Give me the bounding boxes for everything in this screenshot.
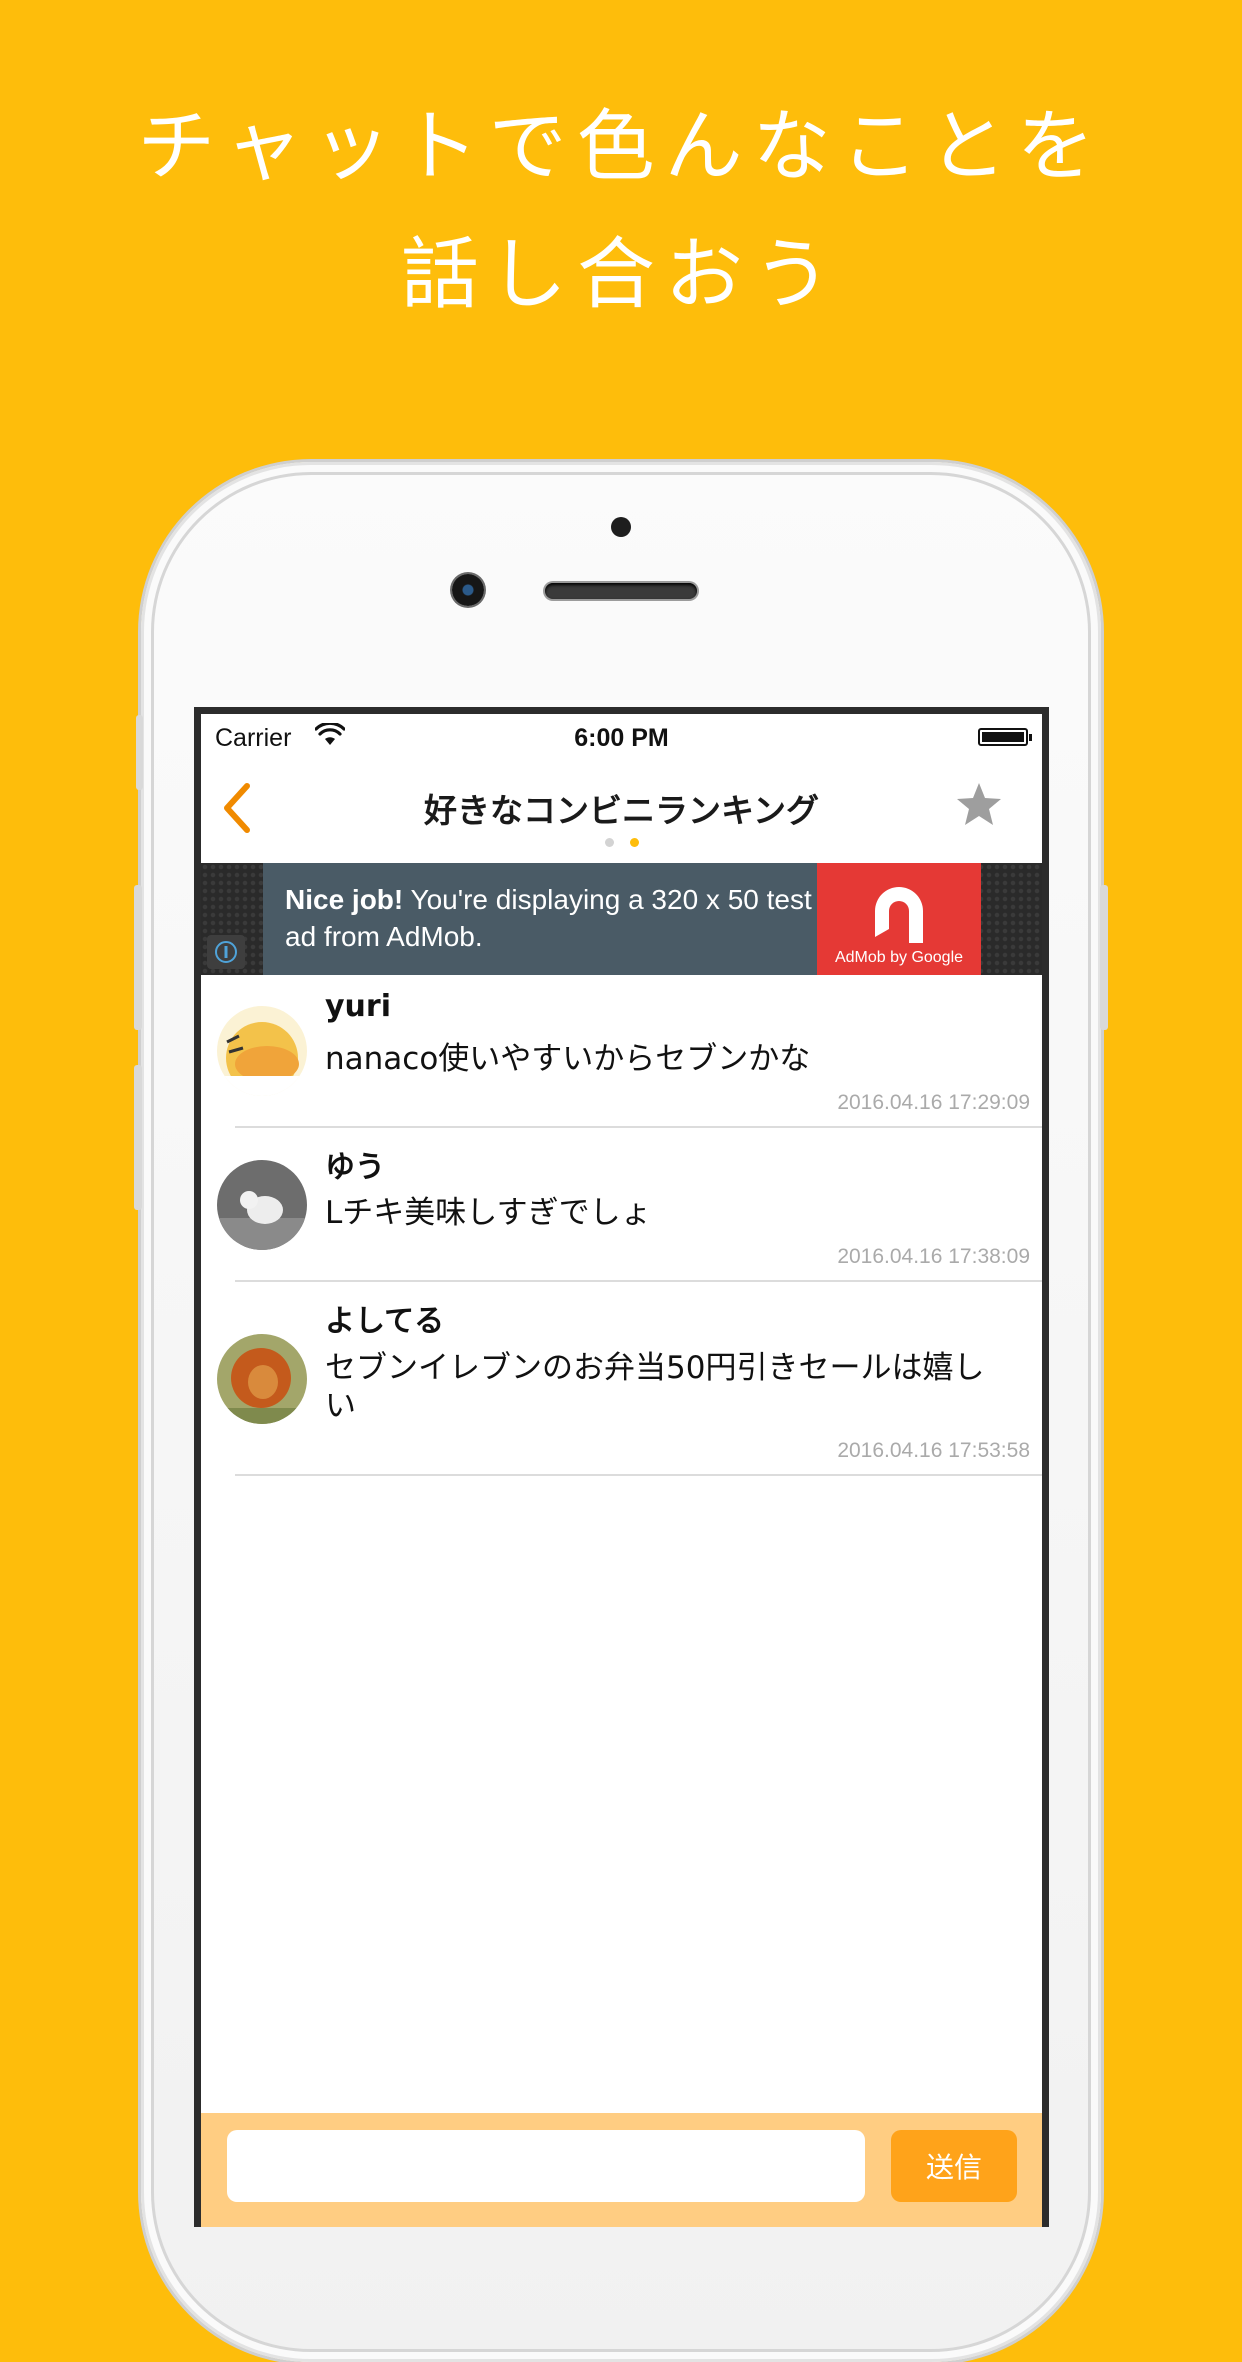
message-text: セブンイレブンのお弁当50円引きセールは嬉しい <box>325 1350 985 1424</box>
ad-content[interactable]: Nice job! You're displaying a 320 x 50 t… <box>263 863 817 975</box>
ad-text: Nice job! You're displaying a 320 x 50 t… <box>285 881 815 955</box>
page-title: 好きなコンビニランキング <box>423 791 819 830</box>
headline-line-2: 話し合おう <box>400 230 841 320</box>
phone-screen: Carrier 6:00 PM 好きなコンビニランキング Nice job! Y… <box>194 707 1049 2227</box>
message-timestamp: 2016.04.16 17:53:58 <box>837 1439 1030 1462</box>
message-timestamp: 2016.04.16 17:38:09 <box>837 1245 1030 1268</box>
page-indicator <box>201 838 1042 847</box>
composer-bar: 送信 <box>201 2113 1042 2227</box>
volume-up-button <box>134 885 142 1030</box>
admob-logo[interactable]: AdMob by Google <box>817 863 981 975</box>
avatar[interactable] <box>217 1334 307 1424</box>
message-item[interactable]: yuri nanaco使いやすいからセブンかな 2016.04.16 17:29… <box>201 975 1042 1128</box>
message-item[interactable]: よしてる セブンイレブンのお弁当50円引きセールは嬉しい 2016.04.16 … <box>201 1282 1042 1476</box>
front-camera-icon <box>452 574 484 606</box>
page-dot-2 <box>629 838 639 847</box>
message-text: Lチキ美味しすぎでしょ <box>325 1195 652 1231</box>
power-button <box>1100 885 1108 1030</box>
star-icon[interactable] <box>954 780 1004 830</box>
avatar[interactable] <box>217 1006 307 1096</box>
ad-headline: Nice job! <box>285 884 404 915</box>
message-input[interactable] <box>227 2130 865 2202</box>
message-item[interactable]: ゆう Lチキ美味しすぎでしょ 2016.04.16 17:38:09 <box>201 1128 1042 1282</box>
info-icon <box>215 941 237 963</box>
avatar-lion-icon <box>217 1334 307 1424</box>
volume-down-button <box>134 1065 142 1210</box>
username: yuri <box>325 989 391 1024</box>
avatar-cat-icon <box>217 1006 307 1096</box>
status-time: 6:00 PM <box>574 724 669 752</box>
navigation-bar: 好きなコンビニランキング <box>201 758 1042 858</box>
status-bar: Carrier 6:00 PM <box>201 714 1042 758</box>
avatar[interactable] <box>217 1160 307 1250</box>
ad-banner[interactable]: Nice job! You're displaying a 320 x 50 t… <box>201 863 1042 975</box>
message-timestamp: 2016.04.16 17:29:09 <box>837 1091 1030 1114</box>
avatar-dog-icon <box>217 1160 307 1250</box>
username: よしてる <box>325 1304 445 1339</box>
message-text: nanaco使いやすいからセブンかな <box>325 1041 811 1077</box>
earpiece-speaker <box>545 583 697 599</box>
proximity-sensor <box>611 517 631 537</box>
ad-info-button[interactable] <box>207 935 245 969</box>
mute-switch <box>136 715 143 790</box>
ad-brand: AdMob by Google <box>834 949 964 966</box>
battery-icon <box>978 728 1032 746</box>
username: ゆう <box>325 1150 385 1185</box>
send-button[interactable]: 送信 <box>891 2130 1017 2202</box>
app-screen: Carrier 6:00 PM 好きなコンビニランキング Nice job! Y… <box>201 714 1042 2227</box>
page-dot-1 <box>604 838 614 847</box>
divider <box>235 1474 1042 1476</box>
headline-line-1: チャットで色んなことを <box>137 102 1105 192</box>
message-list: yuri nanaco使いやすいからセブンかな 2016.04.16 17:29… <box>201 975 1042 1476</box>
